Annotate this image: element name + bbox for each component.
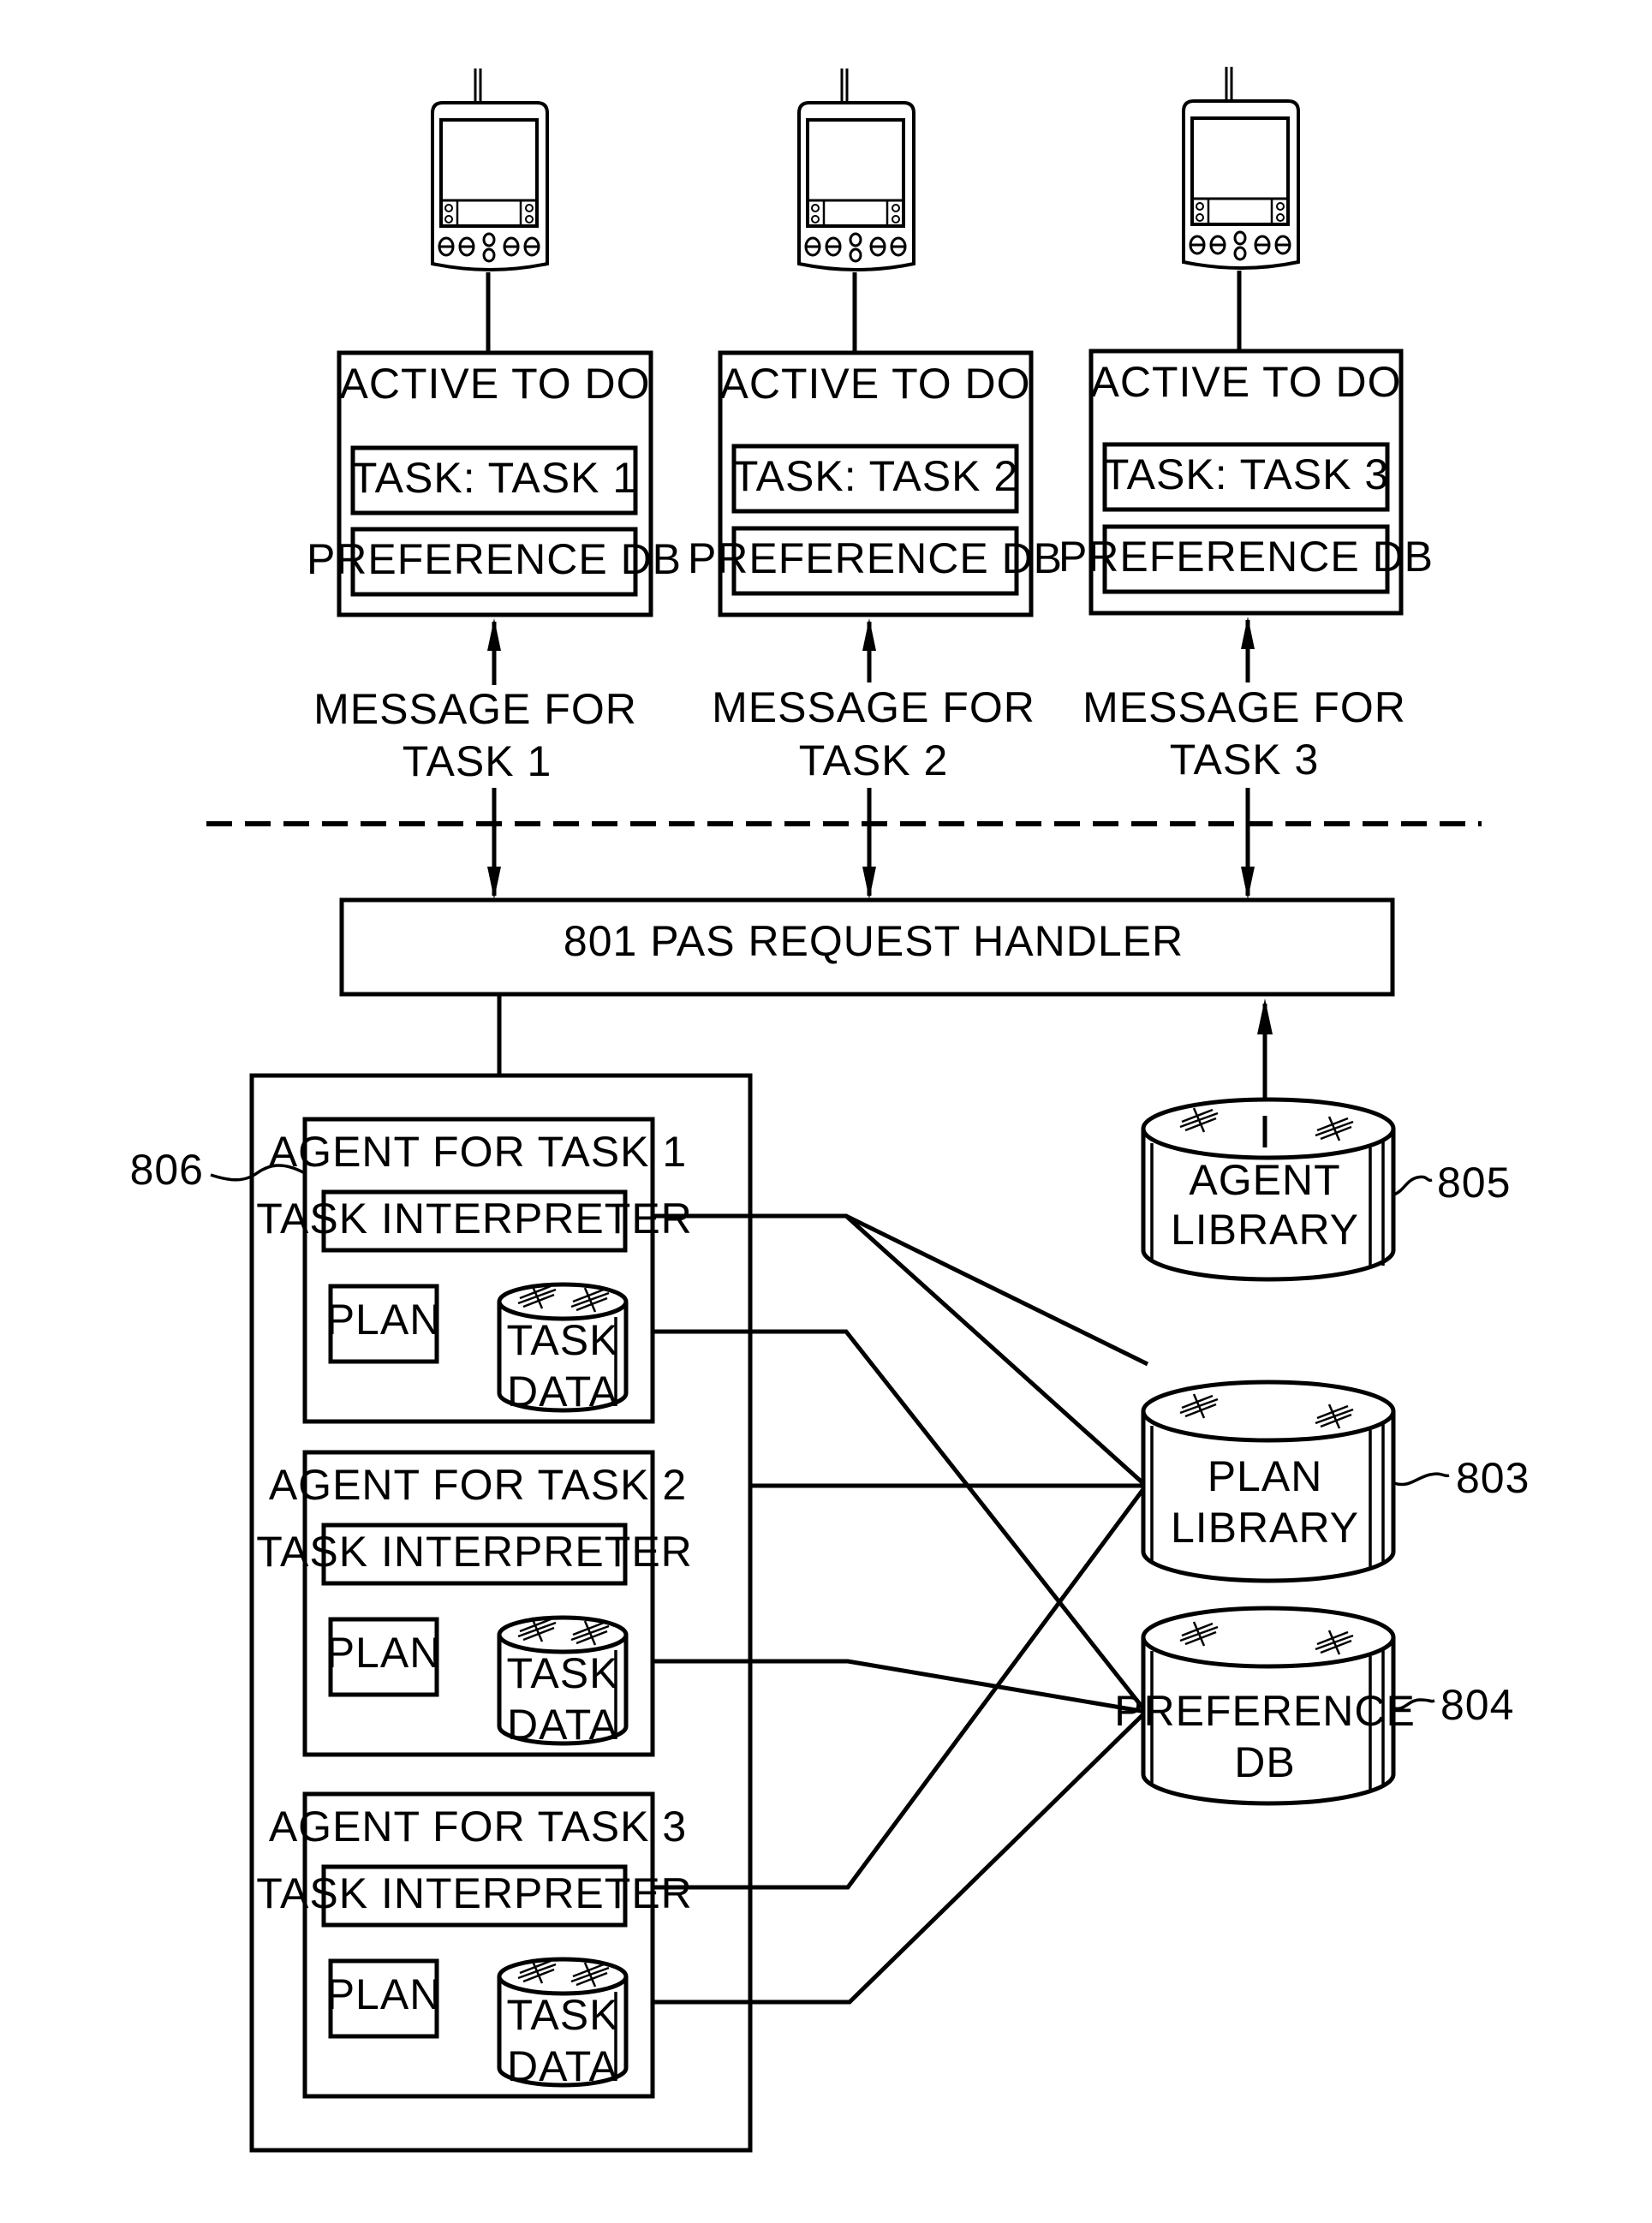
connection-agent1-interpreter [653, 1213, 1148, 1487]
plan-library-db: PLAN LIBRARY 803 [1141, 1380, 1530, 1583]
connections [653, 1213, 1149, 2005]
task-data-line1: TASK [507, 1991, 619, 2039]
agent-title: AGENT FOR TASK 2 [269, 1461, 687, 1509]
message-line2-3: TASK 3 [1170, 736, 1320, 784]
task-interpreter-label: TASK INTERPRETER [256, 1528, 693, 1576]
message-line2-1: TASK 1 [403, 737, 552, 785]
agent-library-ref-label: 805 [1437, 1159, 1511, 1207]
client-1: ACTIVE TO DO TASK: TASK 1 PREFERENCE DB … [307, 69, 682, 899]
client-3: ACTIVE TO DO TASK: TASK 3 PREFERENCE DB … [1059, 67, 1434, 899]
system-diagram: ACTIVE TO DO TASK: TASK 1 PREFERENCE DB … [130, 0, 1530, 2153]
connection-agent2-taskdata [653, 1659, 1147, 1714]
task-label-1: TASK: TASK 1 [351, 454, 637, 502]
pda-handheld-icon [799, 69, 914, 270]
task-data-line2: DATA [507, 2042, 618, 2090]
preference-db-label-3: PREFERENCE DB [1059, 533, 1434, 581]
task-interpreter-label: TASK INTERPRETER [256, 1195, 693, 1243]
preference-db-ref-label: 804 [1440, 1681, 1514, 1729]
plan-library-ref-label: 803 [1456, 1454, 1530, 1502]
task-data-line2: DATA [507, 1368, 618, 1415]
agent-box-3: AGENT FOR TASK 3 TASK INTERPRETER PLAN TASK… [256, 1791, 693, 2099]
agent-title: AGENT FOR TASK 1 [269, 1128, 687, 1176]
task-interpreter-label: TASK INTERPRETER [256, 1869, 693, 1917]
plan-library-line1: PLAN [1208, 1452, 1323, 1500]
connection-agent1-interpreter-plan-library [653, 1213, 1149, 1367]
message-line2-2: TASK 2 [799, 736, 949, 784]
preference-db: PREFERENCE DB 804 [1114, 1606, 1514, 1806]
agent-container-ref-label: 806 [130, 1146, 204, 1194]
agent-title: AGENT FOR TASK 3 [269, 1803, 687, 1851]
active-todo-title-1: ACTIVE TO DO [339, 360, 650, 408]
agent-library-line1: AGENT [1189, 1156, 1340, 1204]
plan-library-line2: LIBRARY [1171, 1504, 1359, 1552]
message-line1-1: MESSAGE FOR [313, 685, 637, 733]
plan-label: PLAN [326, 1296, 442, 1344]
agent-library-db: AGENT LIBRARY 805 [1141, 1097, 1511, 1282]
plan-label: PLAN [326, 1629, 442, 1677]
message-line1-3: MESSAGE FOR [1082, 683, 1406, 731]
client-2: ACTIVE TO DO TASK: TASK 2 PREFERENCE DB … [688, 69, 1063, 899]
connection-agent3-taskdata [653, 1710, 1148, 2005]
task-data-line1: TASK [507, 1316, 619, 1364]
request-handler: 801 PAS REQUEST HANDLER [339, 897, 1395, 997]
task-data-line1: TASK [507, 1649, 619, 1697]
message-line1-2: MESSAGE FOR [712, 683, 1035, 731]
task-label-3: TASK: TASK 3 [1103, 450, 1389, 498]
preference-db-line2: DB [1234, 1738, 1295, 1786]
active-todo-title-3: ACTIVE TO DO [1090, 358, 1401, 406]
preference-db-label-2: PREFERENCE DB [688, 534, 1063, 582]
preference-db-line1: PREFERENCE [1114, 1687, 1416, 1735]
connection-agent3-interpreter [653, 1484, 1148, 1890]
agent-box-2: AGENT FOR TASK 2 TASK INTERPRETER PLAN TASK… [256, 1450, 693, 1757]
task-data-line2: DATA [507, 1701, 618, 1749]
request-handler-label: 801 PAS REQUEST HANDLER [564, 917, 1184, 965]
pda-handheld-icon [432, 69, 547, 270]
agent-box-1: AGENT FOR TASK 1 TASK INTERPRETER PLAN TASK… [256, 1117, 693, 1424]
task-label-2: TASK: TASK 2 [732, 452, 1018, 500]
connection-agent1-taskdata [653, 1329, 1148, 1713]
agent-library-line2: LIBRARY [1171, 1206, 1359, 1254]
pda-handheld-icon [1184, 67, 1298, 268]
preference-db-label-1: PREFERENCE DB [307, 535, 682, 583]
plan-label: PLAN [326, 1970, 442, 2018]
active-todo-title-2: ACTIVE TO DO [719, 360, 1030, 408]
